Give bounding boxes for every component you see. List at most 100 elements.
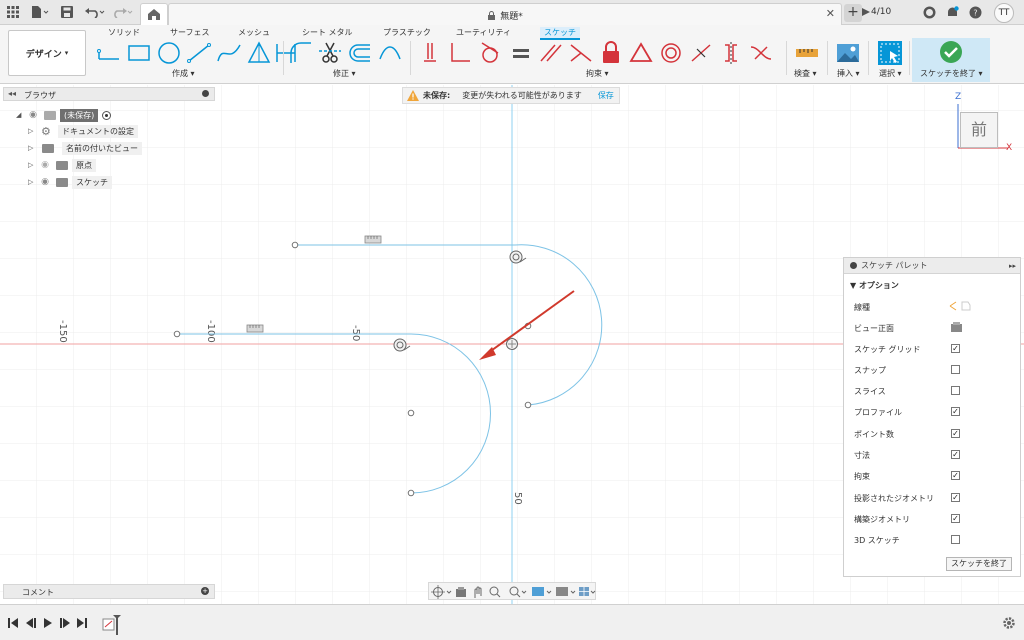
comments-panel[interactable]: コメント + [3, 584, 215, 599]
expand-panel-icon[interactable]: ▸▸ [1009, 262, 1016, 270]
viewcube[interactable]: 前 [960, 112, 998, 148]
finish-sketch-button[interactable]: スケッチを終了 ▾ [912, 38, 990, 82]
palette-option-slice[interactable]: スライス [854, 386, 1014, 400]
notification-icon[interactable] [945, 4, 959, 20]
document-tab[interactable]: 無題* ✕ [168, 3, 842, 25]
app-grid-icon[interactable] [6, 4, 20, 20]
mirror-tool-icon[interactable] [376, 39, 404, 67]
visibility-eye-icon[interactable]: ◉ [38, 177, 52, 187]
palette-option-projected-geometry[interactable]: 投影されたジオメトリ ✓ [854, 493, 1014, 507]
palette-option-snap[interactable]: スナップ [854, 365, 1014, 379]
group-inspect[interactable]: 検査 ▾ [794, 68, 817, 79]
group-constraints[interactable]: 拘束 ▾ [586, 68, 609, 79]
avatar[interactable]: TT [994, 3, 1014, 23]
collinear-icon[interactable] [446, 39, 474, 67]
palette-option-profile[interactable]: プロファイル ✓ [854, 407, 1014, 421]
tab-utilities[interactable]: ユーティリティ [456, 27, 511, 38]
equal-icon[interactable] [507, 39, 535, 67]
profile-checkbox[interactable]: ✓ [951, 407, 960, 416]
expand-arrow-icon[interactable]: ▷ [28, 127, 38, 135]
play-icon[interactable] [44, 618, 52, 628]
palette-option-construction-geometry[interactable]: 構築ジオメトリ ✓ [854, 514, 1014, 528]
tab-sheet-metal[interactable]: シート メタル [302, 27, 353, 38]
display-settings-icon[interactable] [532, 587, 552, 596]
constraints-checkbox[interactable]: ✓ [951, 471, 960, 480]
palette-option-sketch-grid[interactable]: スケッチ グリッド ✓ [854, 344, 1014, 358]
step-back-icon[interactable] [26, 618, 36, 628]
palette-option-dimensions[interactable]: 寸法 ✓ [854, 450, 1014, 464]
measure-icon[interactable] [793, 39, 821, 67]
browser-root-label[interactable]: (未保存) [60, 108, 99, 122]
visibility-eye-icon[interactable]: ◉ [26, 110, 40, 120]
zoom-window-icon[interactable] [489, 586, 501, 598]
viewcube-face[interactable]: 前 [971, 120, 987, 139]
concentric-icon[interactable] [657, 39, 685, 67]
offset-tool-icon[interactable] [346, 39, 374, 67]
group-modify[interactable]: 修正 ▾ [333, 68, 356, 79]
save-link[interactable]: 保存 [598, 90, 614, 101]
expand-arrow-icon[interactable]: ▷ [28, 161, 38, 169]
fillet-tool-icon[interactable] [287, 39, 315, 67]
expand-arrow-icon[interactable]: ▷ [28, 178, 38, 186]
visual-style-icon[interactable] [556, 587, 576, 596]
snap-checkbox[interactable] [951, 365, 960, 374]
go-to-start-icon[interactable] [8, 618, 18, 628]
tab-plastic[interactable]: プラスチック [383, 27, 431, 38]
spline-tool-icon[interactable] [215, 39, 243, 67]
palette-option-constraints[interactable]: 拘束 ✓ [854, 471, 1014, 485]
undo-icon[interactable] [84, 4, 106, 20]
sketch-feature-icon[interactable] [102, 618, 115, 631]
browser-item-document-settings[interactable]: ▷ ⚙ ドキュメントの設定 [28, 124, 138, 138]
panel-minimize-icon[interactable] [850, 262, 857, 269]
insert-image-icon[interactable] [834, 39, 862, 67]
look-at-icon[interactable] [456, 587, 466, 597]
zoom-icon[interactable] [509, 586, 527, 598]
construction-geometry-checkbox[interactable]: ✓ [951, 514, 960, 523]
arc-tool-icon[interactable] [185, 39, 213, 67]
palette-finish-sketch-button[interactable]: スケッチを終了 [946, 557, 1012, 571]
group-create[interactable]: 作成 ▾ [172, 68, 195, 79]
add-comment-icon[interactable]: + [201, 587, 209, 595]
select-icon[interactable] [876, 39, 904, 67]
save-icon[interactable] [60, 4, 74, 20]
projected-geometry-checkbox[interactable]: ✓ [951, 493, 960, 502]
help-icon[interactable]: ? [968, 4, 982, 20]
browser-item-sketches[interactable]: ▷ ◉ スケッチ [28, 175, 112, 189]
coincident-icon[interactable] [416, 39, 444, 67]
midpoint-icon[interactable] [687, 39, 715, 67]
points-checkbox[interactable]: ✓ [951, 429, 960, 438]
visibility-eye-icon[interactable]: ◉ [38, 160, 52, 170]
parallel-icon[interactable] [537, 39, 565, 67]
curvature-icon[interactable] [747, 39, 775, 67]
step-forward-icon[interactable] [60, 618, 70, 628]
tangent-icon[interactable] [476, 39, 504, 67]
grid-settings-icon[interactable] [579, 587, 596, 596]
clock-icon[interactable] [922, 4, 936, 20]
linetype-icon[interactable] [948, 301, 972, 311]
active-radio-icon[interactable] [102, 110, 112, 120]
3d-sketch-checkbox[interactable] [951, 535, 960, 544]
pan-icon[interactable] [474, 586, 482, 598]
options-section-header[interactable]: ▼ オプション [850, 280, 899, 291]
collapse-panel-icon[interactable]: ◂◂ [8, 89, 16, 98]
line-tool-icon[interactable] [95, 39, 123, 67]
symmetry-icon[interactable] [717, 39, 745, 67]
palette-option-points[interactable]: ポイント数 ✓ [854, 429, 1014, 443]
sketch-grid-checkbox[interactable]: ✓ [951, 344, 960, 353]
home-tab[interactable] [140, 3, 168, 25]
palette-option-3d-sketch[interactable]: 3D スケッチ [854, 535, 1014, 549]
file-menu-icon[interactable] [30, 4, 50, 20]
group-insert[interactable]: 挿入 ▾ [837, 68, 860, 79]
look-at-icon[interactable] [951, 322, 962, 332]
group-select[interactable]: 選択 ▾ [879, 68, 902, 79]
perpendicular-icon[interactable] [567, 39, 595, 67]
panel-minimize-icon[interactable] [202, 90, 209, 97]
timeline-settings-gear-icon[interactable] [1002, 616, 1016, 630]
tab-solid[interactable]: ソリッド [108, 27, 140, 38]
sketch-palette-header[interactable]: スケッチ パレット ▸▸ [844, 258, 1020, 274]
orbit-icon[interactable] [431, 585, 452, 599]
tab-mesh[interactable]: メッシュ [238, 27, 270, 38]
close-tab-icon[interactable]: ✕ [826, 7, 835, 20]
job-count[interactable]: 4/10 [871, 7, 891, 17]
browser-item-origin[interactable]: ▷ ◉ 原点 [28, 158, 96, 172]
